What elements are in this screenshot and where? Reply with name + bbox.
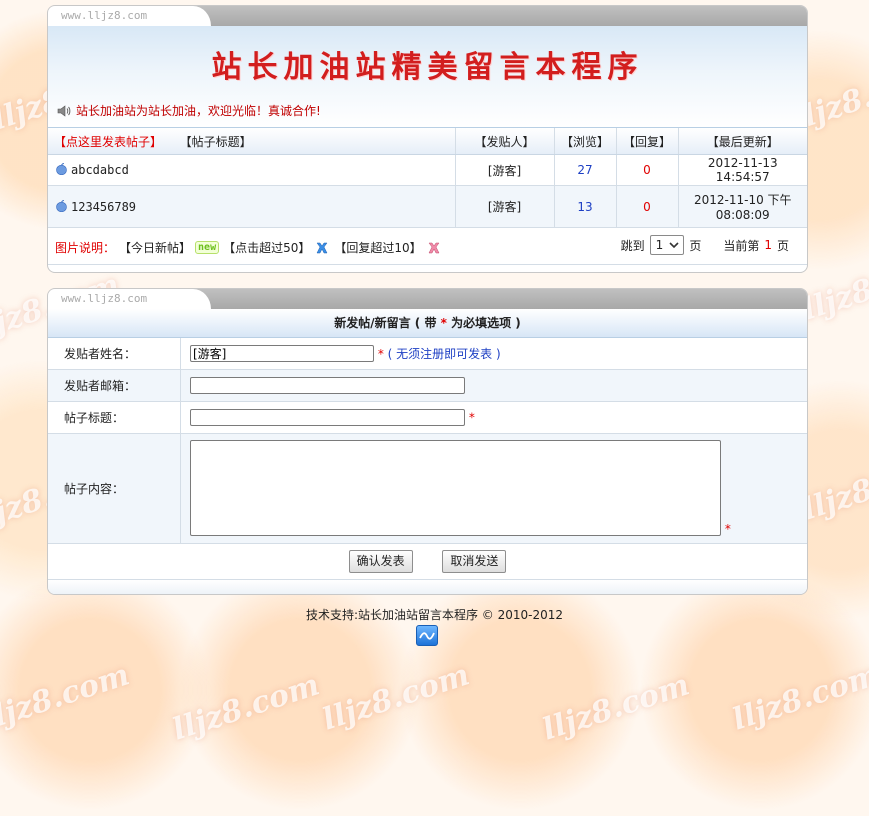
name-input[interactable]	[190, 344, 374, 362]
form-heading-suffix: 为必填选项 )	[451, 316, 521, 330]
page-unit: 页	[689, 238, 702, 253]
cancel-button[interactable]: 取消发送	[442, 549, 507, 573]
subject-field-cell: *	[180, 401, 807, 434]
panel-tab-bar: www.lljz8.com	[48, 6, 807, 26]
notice-text: 站长加油站为站长加油，欢迎光临！真诚合作!	[76, 104, 321, 118]
post-views: 27	[554, 154, 617, 186]
subject-label: 帖子标题：	[48, 401, 181, 434]
required-mark: *	[468, 410, 475, 424]
jump-label: 跳到	[620, 238, 645, 253]
content-field-cell: *	[180, 433, 807, 544]
post-updated: 2012-11-10 下午 08:08:09	[678, 185, 807, 228]
name-hint-text: 无须注册即可发表	[396, 346, 493, 361]
content-label: 帖子内容：	[48, 433, 181, 544]
current-page-number: 1	[764, 238, 772, 252]
views-column-header: 【浏览】	[554, 128, 617, 155]
post-subject-cell: abcdabcd	[48, 154, 456, 186]
updated-column-header: 【最后更新】	[678, 128, 807, 155]
icon-legend: 图片说明： 【今日新帖】 new 【点击超过50】 【回复超过10】	[55, 239, 442, 256]
content-textarea[interactable]	[190, 440, 721, 536]
table-row[interactable]: abcdabcd [游客] 27 0 2012-11-13 14:54:57	[48, 154, 807, 186]
post-author: [游客]	[455, 154, 555, 186]
watermark: lljz8.com	[318, 657, 474, 738]
post-author: [游客]	[455, 185, 555, 228]
form-row-subject: 帖子标题： *	[48, 401, 807, 434]
post-subject-cell: 123456789	[48, 185, 456, 228]
stats-counter-icon[interactable]	[416, 625, 438, 646]
chart-wave-icon	[419, 632, 435, 640]
hot-clicks-icon	[316, 242, 328, 253]
speaker-icon	[57, 104, 71, 117]
form-row-content: 帖子内容： *	[48, 433, 807, 544]
form-row-name: 发贴者姓名： * ( 无须注册即可发表 )	[48, 338, 807, 370]
panel-tab-bar: www.lljz8.com	[48, 289, 807, 309]
new-post-panel: www.lljz8.com 新发帖/新留言 ( 带 * 为必填选项 ) 发贴者姓…	[47, 288, 808, 595]
site-banner: 站长加油站精美留言本程序 站长加油站为站长加油，欢迎光临！真诚合作!	[48, 26, 807, 128]
watermark: lljz8.com	[168, 667, 324, 748]
site-notice: 站长加油站为站长加油，欢迎光临！真诚合作!	[56, 102, 321, 119]
post-list-header: 【点这里发表帖子】 【帖子标题】 【发贴人】 【浏览】 【回复】 【最后更新】	[48, 128, 807, 155]
current-page-suffix: 页	[776, 238, 789, 253]
email-input[interactable]	[190, 376, 465, 394]
author-column-header: 【发贴人】	[455, 128, 555, 155]
new-badge-icon: new	[195, 241, 220, 254]
table-row[interactable]: 123456789 [游客] 13 0 2012-11-10 下午 08:08:…	[48, 185, 807, 228]
email-label: 发贴者邮箱：	[48, 369, 181, 402]
chevron-down-icon	[669, 242, 679, 249]
watermark: lljz8.com	[798, 447, 869, 528]
legend-replies: 【回复超过10】	[334, 241, 422, 255]
page-select-value: 1	[655, 238, 664, 252]
post-icon	[56, 199, 67, 212]
post-views: 13	[554, 185, 617, 228]
watermark: lljz8.com	[538, 667, 694, 748]
watermark: lljz8.com	[728, 657, 869, 738]
pager: 跳到 1 页 当前第 1 页	[621, 235, 789, 255]
form-button-row: 确认发表 取消发送	[48, 543, 807, 580]
subject-column-header: 【帖子标题】	[179, 134, 252, 149]
legend-label: 图片说明：	[55, 241, 116, 255]
name-hint-open: (	[387, 346, 393, 361]
post-icon	[56, 163, 67, 175]
name-hint-close: )	[496, 346, 501, 361]
email-field-cell	[180, 369, 807, 402]
post-updated: 2012-11-13 14:54:57	[678, 154, 807, 186]
panel-footer-strip	[48, 579, 807, 594]
post-list-table: 【点这里发表帖子】 【帖子标题】 【发贴人】 【浏览】 【回复】 【最后更新】 …	[48, 128, 807, 228]
banner-title: 站长加油站精美留言本程序	[211, 50, 644, 85]
legend-today: 【今日新帖】	[119, 241, 192, 255]
new-post-form: 发贴者姓名： * ( 无须注册即可发表 ) 发贴者邮箱： 帖子标题： * 帖子内…	[48, 338, 807, 580]
post-subject-link[interactable]: 123456789	[71, 200, 136, 214]
site-url-tab: www.lljz8.com	[48, 6, 211, 26]
current-page-prefix: 当前第	[723, 238, 760, 253]
submit-button[interactable]: 确认发表	[348, 549, 413, 573]
legend-bar: 图片说明： 【今日新帖】 new 【点击超过50】 【回复超过10】 跳到 1 …	[48, 228, 807, 265]
site-url-tab: www.lljz8.com	[48, 289, 211, 309]
form-heading-star: *	[440, 316, 447, 330]
form-heading: 新发帖/新留言 ( 带 * 为必填选项 )	[48, 309, 807, 338]
form-row-email: 发贴者邮箱：	[48, 369, 807, 402]
legend-clicks: 【点击超过50】	[223, 241, 311, 255]
subject-input[interactable]	[190, 408, 465, 426]
watermark: lljz8.com	[0, 657, 134, 738]
name-hint: ( 无须注册即可发表 )	[388, 347, 501, 361]
name-field-cell: * ( 无须注册即可发表 )	[180, 338, 807, 370]
page-select[interactable]: 1	[649, 235, 685, 255]
replies-column-header: 【回复】	[616, 128, 679, 155]
name-label: 发贴者姓名：	[48, 338, 181, 370]
hot-replies-icon	[428, 242, 440, 253]
required-mark: *	[724, 522, 731, 536]
post-replies: 0	[616, 154, 679, 186]
required-mark: *	[377, 346, 384, 361]
post-replies: 0	[616, 185, 679, 228]
watermark: lljz8.com	[798, 247, 869, 328]
post-new-link[interactable]: 【点这里发表帖子】	[54, 135, 162, 149]
site-footer: 技术支持:站长加油站留言本程序 © 2010-2012	[305, 608, 564, 622]
form-heading-prefix: 新发帖/新留言 ( 带	[334, 316, 437, 330]
guestbook-list-panel: www.lljz8.com 站长加油站精美留言本程序 站长加油站为站长加油，欢迎…	[47, 5, 808, 273]
post-subject-link[interactable]: abcdabcd	[71, 163, 129, 177]
post-list-header-left: 【点这里发表帖子】 【帖子标题】	[48, 128, 456, 155]
